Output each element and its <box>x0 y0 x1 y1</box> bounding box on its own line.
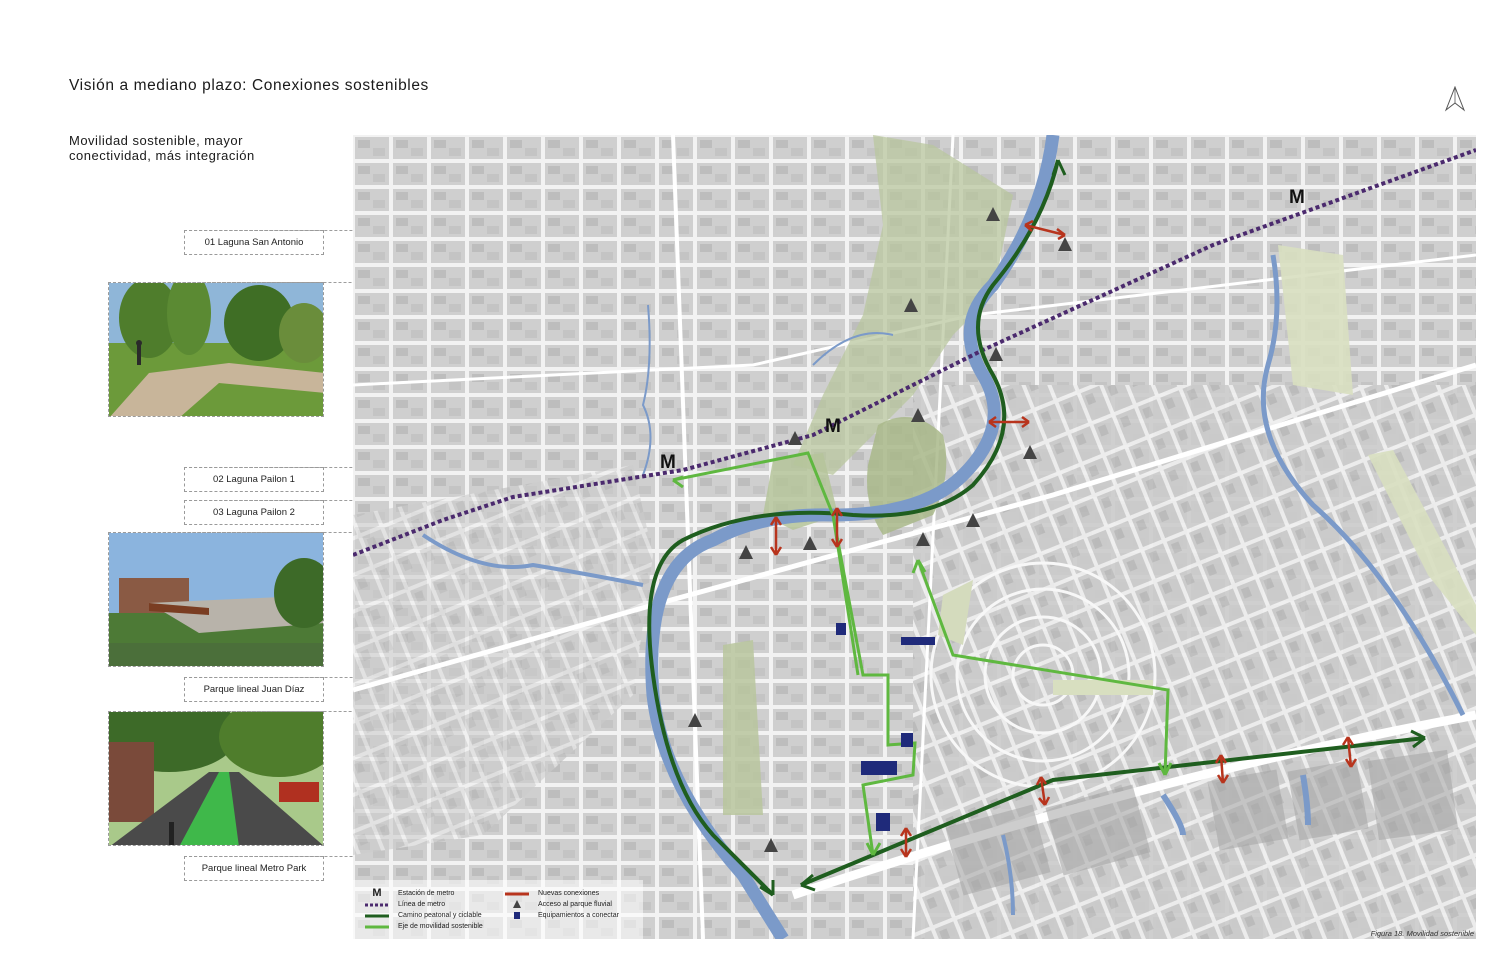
light-green-line-icon <box>365 925 389 929</box>
location-label-laguna-pailon-1: 02 Laguna Pailon 1 <box>184 467 324 492</box>
metro-station-icon: M <box>372 887 382 899</box>
page-subtitle: Movilidad sostenible, mayor conectividad… <box>69 133 255 163</box>
location-label-parque-metro-park: Parque lineal Metro Park <box>184 856 324 881</box>
photo-park-path-cyclist <box>108 282 324 417</box>
photo-green-bike-lane <box>108 711 324 846</box>
metro-line-icon <box>365 903 389 907</box>
dark-green-line-icon <box>365 914 389 918</box>
map-area[interactable]: M M M <box>353 135 1476 939</box>
location-label-laguna-pailon-2: 03 Laguna Pailon 2 <box>184 500 324 525</box>
red-line-icon <box>505 892 529 896</box>
photo-pedestrian-bridge <box>108 532 324 667</box>
location-label-parque-juan-diaz: Parque lineal Juan Díaz <box>184 677 324 702</box>
location-label-laguna-san-antonio: 01 Laguna San Antonio <box>184 230 324 255</box>
metro-station-marker-2: M <box>825 416 841 437</box>
map-legend: M Estación de metro Línea de metro Camin… <box>365 888 665 938</box>
metro-station-marker-3: M <box>660 452 676 473</box>
metro-station-marker-1: M <box>1289 187 1305 208</box>
page-title: Visión a mediano plazo: Conexiones soste… <box>69 77 429 94</box>
triangle-icon <box>513 900 521 908</box>
figure-caption: Figura 18. Movilidad sostenible <box>1370 929 1474 938</box>
square-icon <box>514 912 520 919</box>
north-arrow-icon <box>1444 86 1466 112</box>
map-svg: M M M <box>353 135 1476 939</box>
